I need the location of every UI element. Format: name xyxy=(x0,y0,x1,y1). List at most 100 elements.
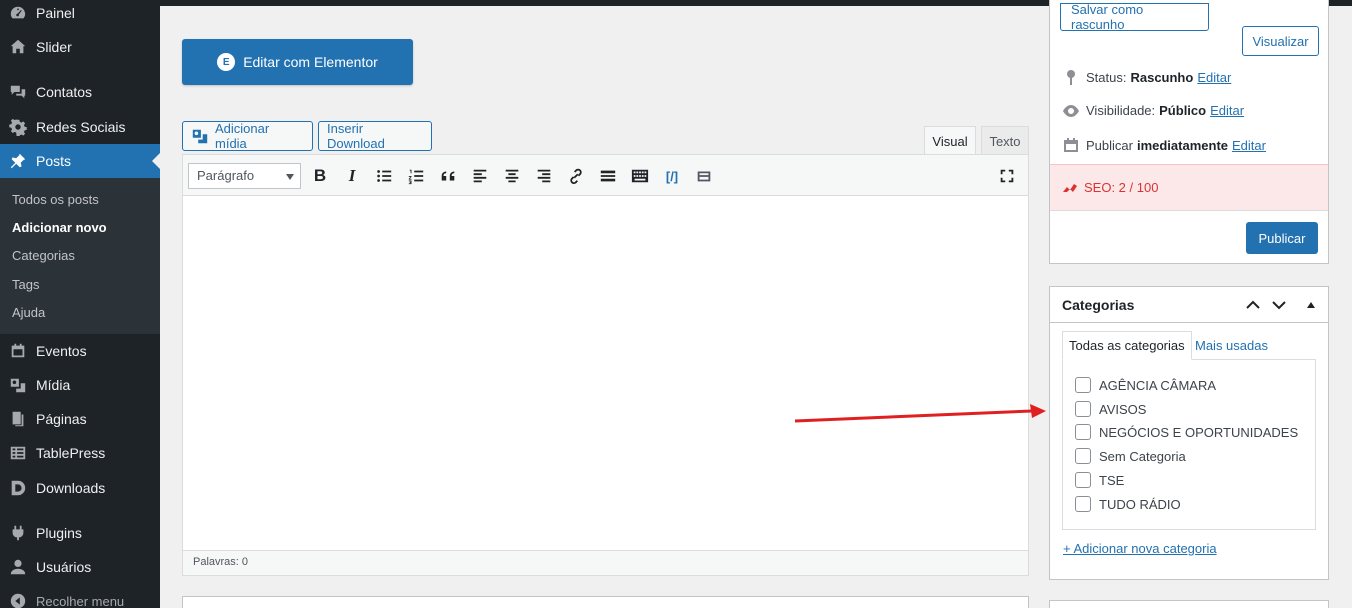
sidebar-item-label: Recolher menu xyxy=(36,593,125,608)
numbered-list-icon xyxy=(408,169,424,185)
sidebar-item-plugins[interactable]: Plugins xyxy=(0,516,160,550)
format-select[interactable]: Parágrafo xyxy=(188,163,301,189)
align-center-button[interactable] xyxy=(501,165,523,187)
category-item[interactable]: Sem Categoria xyxy=(1075,448,1186,464)
insert-download-button[interactable]: Inserir Download xyxy=(318,121,432,151)
sidebar-item-label: Plugins xyxy=(36,525,82,541)
tab-all-categories[interactable]: Todas as categorias xyxy=(1062,331,1192,360)
read-more-button[interactable] xyxy=(597,165,619,187)
chevron-down-icon xyxy=(286,174,294,180)
sidebar-item-downloads[interactable]: Downloads xyxy=(0,471,160,505)
category-item[interactable]: NEGÓCIOS E OPORTUNIDADES xyxy=(1075,424,1298,440)
sidebar-item-slider[interactable]: Slider xyxy=(0,30,160,64)
submenu-categorias[interactable]: Categorias xyxy=(12,248,75,263)
tab-most-used[interactable]: Mais usadas xyxy=(1189,331,1274,360)
bulleted-list-icon xyxy=(377,170,392,182)
edit-with-elementor-button[interactable]: E Editar com Elementor xyxy=(182,39,413,85)
category-label: TSE xyxy=(1099,472,1125,488)
submenu-adicionar-novo[interactable]: Adicionar novo xyxy=(12,220,107,235)
tab-texto[interactable]: Texto xyxy=(981,126,1029,155)
align-center-icon xyxy=(505,169,519,183)
sidebar-item-tablepress[interactable]: TablePress xyxy=(0,436,160,470)
align-right-button[interactable] xyxy=(533,165,555,187)
sidebar-item-eventos[interactable]: Eventos xyxy=(0,334,160,368)
quote-icon xyxy=(441,171,455,181)
category-item[interactable]: TSE xyxy=(1075,472,1124,488)
elementor-button-label: Editar com Elementor xyxy=(243,54,378,70)
download-d-icon xyxy=(8,478,28,498)
table-icon xyxy=(8,443,28,463)
visibility-label: Visibilidade: xyxy=(1086,103,1156,118)
save-draft-button[interactable]: Salvar como rascunho xyxy=(1060,2,1209,32)
keyboard-icon xyxy=(631,169,649,183)
sidebar-item-redes-sociais[interactable]: Redes Sociais xyxy=(0,110,160,144)
submenu-tags[interactable]: Tags xyxy=(12,277,39,292)
media-icon xyxy=(191,127,209,145)
publish-metabox: Salvar como rascunho Visualizar Status: … xyxy=(1049,0,1329,264)
sidebar-item-usuarios[interactable]: Usuários xyxy=(0,550,160,584)
editor-toolbar: Parágrafo B I [/] xyxy=(183,155,1028,196)
category-item[interactable]: AGÊNCIA CÂMARA xyxy=(1075,377,1216,393)
elementor-icon: E xyxy=(217,53,236,71)
sidebar-item-label: Eventos xyxy=(36,343,87,359)
seo-score: SEO: 2 / 100 xyxy=(1084,180,1159,195)
submenu-ajuda[interactable]: Ajuda xyxy=(12,305,45,320)
sidebar-item-posts[interactable]: Posts xyxy=(0,144,160,178)
bold-button[interactable]: B xyxy=(309,165,331,187)
category-checkbox[interactable] xyxy=(1075,377,1091,393)
blockquote-button[interactable] xyxy=(437,165,459,187)
preview-label: Visualizar xyxy=(1252,33,1309,49)
category-checkbox[interactable] xyxy=(1075,496,1091,512)
bulleted-list-button[interactable] xyxy=(373,165,395,187)
visibility-row: Visibilidade: Público Editar xyxy=(1062,103,1244,118)
edit-schedule-link[interactable]: Editar xyxy=(1232,138,1266,153)
shortcode-icon: [/] xyxy=(665,168,679,184)
sidebar-item-paginas[interactable]: Páginas xyxy=(0,402,160,436)
next-sidebar-metabox xyxy=(1049,600,1329,608)
category-item[interactable]: AVISOS xyxy=(1075,401,1146,417)
publish-button[interactable]: Publicar xyxy=(1246,222,1318,254)
toolbar-toggle-button[interactable] xyxy=(629,165,651,187)
shortcode-button[interactable]: [/] xyxy=(661,165,683,187)
fullscreen-button[interactable] xyxy=(996,165,1018,187)
insert-link-button[interactable] xyxy=(565,165,587,187)
post-content-editor[interactable]: Parágrafo B I [/] Palavras: 0 xyxy=(182,154,1029,576)
preview-button[interactable]: Visualizar xyxy=(1242,26,1319,56)
insert-download-label: Inserir Download xyxy=(327,121,385,151)
next-metabox xyxy=(182,596,1029,608)
move-up-button[interactable] xyxy=(1243,295,1263,315)
categories-title: Categorias xyxy=(1062,296,1135,313)
add-media-button[interactable]: Adicionar mídia xyxy=(182,121,313,151)
edit-visibility-link[interactable]: Editar xyxy=(1210,103,1244,118)
submenu-todos-os-posts[interactable]: Todos os posts xyxy=(12,192,99,207)
categories-metabox: Categorias Todas as categorias Mais usad… xyxy=(1049,286,1329,580)
bold-icon: B xyxy=(313,166,327,185)
format-select-value: Parágrafo xyxy=(197,168,255,183)
edit-status-link[interactable]: Editar xyxy=(1197,70,1231,85)
category-checkbox[interactable] xyxy=(1075,448,1091,464)
italic-button[interactable]: I xyxy=(341,165,363,187)
tab-visual[interactable]: Visual xyxy=(924,126,976,155)
publish-label: Publicar xyxy=(1086,137,1133,153)
category-checkbox[interactable] xyxy=(1075,424,1091,440)
numbered-list-button[interactable] xyxy=(405,165,427,187)
category-item[interactable]: TUDO RÁDIO xyxy=(1075,496,1181,512)
sidebar-item-midia[interactable]: Mídia xyxy=(0,368,160,402)
category-checkbox[interactable] xyxy=(1075,401,1091,417)
status-label: Status: xyxy=(1086,69,1127,85)
pin-icon xyxy=(1062,69,1080,85)
toggle-panel-button[interactable] xyxy=(1301,295,1321,315)
move-down-button[interactable] xyxy=(1269,295,1289,315)
category-label: Sem Categoria xyxy=(1099,448,1186,464)
add-new-category-link[interactable]: + Adicionar nova categoria xyxy=(1063,541,1217,556)
collapse-menu-button[interactable]: Recolher menu xyxy=(0,584,160,608)
sidebar-item-painel[interactable]: Painel xyxy=(0,0,160,30)
seo-score-bar: SEO: 2 / 100 xyxy=(1050,164,1328,211)
comments-icon xyxy=(8,82,28,102)
sidebar-item-contatos[interactable]: Contatos xyxy=(0,75,160,109)
download-shortcode-button[interactable] xyxy=(693,165,715,187)
category-checkbox[interactable] xyxy=(1075,472,1091,488)
sidebar-item-label: Mídia xyxy=(36,377,71,393)
italic-icon: I xyxy=(348,166,356,185)
align-left-button[interactable] xyxy=(469,165,491,187)
